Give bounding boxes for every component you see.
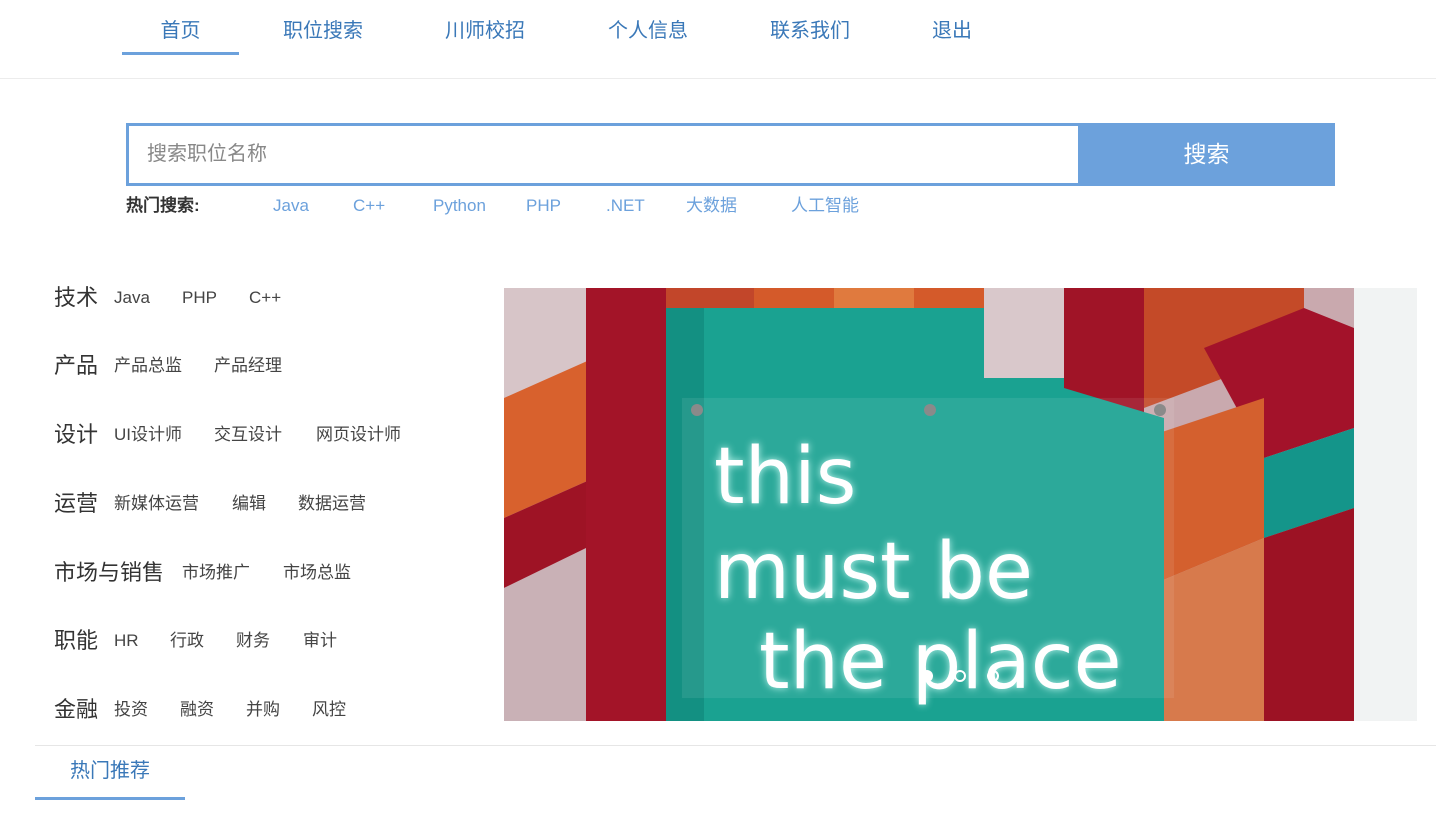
- nav-home[interactable]: 首页: [122, 14, 239, 55]
- nav-logout[interactable]: 退出: [912, 14, 992, 52]
- category-link[interactable]: 市场推广: [182, 562, 250, 584]
- category-title: 市场与销售: [54, 560, 165, 585]
- hot-term-bigdata[interactable]: 大数据: [686, 195, 737, 217]
- category-title: 职能: [54, 628, 99, 653]
- hot-term-dotnet[interactable]: .NET: [606, 195, 645, 217]
- category-title: 金融: [54, 697, 99, 722]
- nav-campus-recruit[interactable]: 川师校招: [425, 14, 545, 52]
- category-link[interactable]: 产品总监: [114, 355, 182, 377]
- category-title: 设计: [54, 422, 99, 447]
- neon-line-3: the place: [759, 617, 1122, 707]
- nav-job-search[interactable]: 职位搜索: [263, 14, 383, 52]
- category-link[interactable]: 融资: [180, 699, 214, 721]
- search-button[interactable]: 搜索: [1078, 123, 1335, 186]
- category-link[interactable]: 网页设计师: [316, 424, 401, 446]
- category-link[interactable]: 审计: [303, 630, 337, 652]
- category-link[interactable]: 市场总监: [283, 562, 351, 584]
- category-link[interactable]: 财务: [236, 630, 270, 652]
- nav-contact[interactable]: 联系我们: [750, 14, 870, 52]
- category-link[interactable]: HR: [114, 630, 139, 652]
- search-box: [126, 123, 1078, 186]
- hot-search-label: 热门搜索:: [126, 196, 200, 215]
- category-link[interactable]: 行政: [170, 630, 204, 652]
- neon-line-2: must be: [714, 527, 1033, 617]
- category-link[interactable]: 并购: [246, 699, 280, 721]
- banner-carousel[interactable]: this must be the place: [504, 288, 1354, 721]
- hot-term-ai[interactable]: 人工智能: [791, 195, 859, 217]
- category-link[interactable]: PHP: [182, 287, 217, 309]
- carousel-dot-2[interactable]: [954, 670, 966, 682]
- category-link[interactable]: 风控: [312, 699, 346, 721]
- hot-term-cpp[interactable]: C++: [353, 195, 385, 217]
- tab-hot-recommend[interactable]: 热门推荐: [35, 757, 185, 800]
- hot-term-php[interactable]: PHP: [526, 195, 561, 217]
- category-link[interactable]: 交互设计: [214, 424, 282, 446]
- hot-term-python[interactable]: Python: [433, 195, 486, 217]
- category-link[interactable]: C++: [249, 287, 281, 309]
- search-input[interactable]: [129, 126, 1078, 183]
- nav-profile[interactable]: 个人信息: [588, 14, 708, 52]
- top-nav: 首页 职位搜索 川师校招 个人信息 联系我们 退出: [0, 0, 1436, 79]
- category-link[interactable]: 数据运营: [298, 493, 366, 515]
- neon-sign-image: this must be the place: [504, 288, 1354, 721]
- category-link[interactable]: 产品经理: [214, 355, 282, 377]
- category-link[interactable]: 编辑: [232, 493, 266, 515]
- category-title: 产品: [54, 353, 99, 378]
- neon-line-1: this: [714, 432, 856, 522]
- category-title: 技术: [54, 285, 99, 310]
- category-link[interactable]: 投资: [114, 699, 148, 721]
- category-link[interactable]: UI设计师: [114, 424, 182, 446]
- hot-term-java[interactable]: Java: [273, 195, 309, 217]
- carousel-dot-3[interactable]: [987, 670, 999, 682]
- category-link[interactable]: Java: [114, 287, 150, 309]
- category-link[interactable]: 新媒体运营: [114, 493, 199, 515]
- carousel-dot-1[interactable]: [921, 670, 933, 682]
- section-divider: [35, 745, 1436, 746]
- category-title: 运营: [54, 491, 99, 516]
